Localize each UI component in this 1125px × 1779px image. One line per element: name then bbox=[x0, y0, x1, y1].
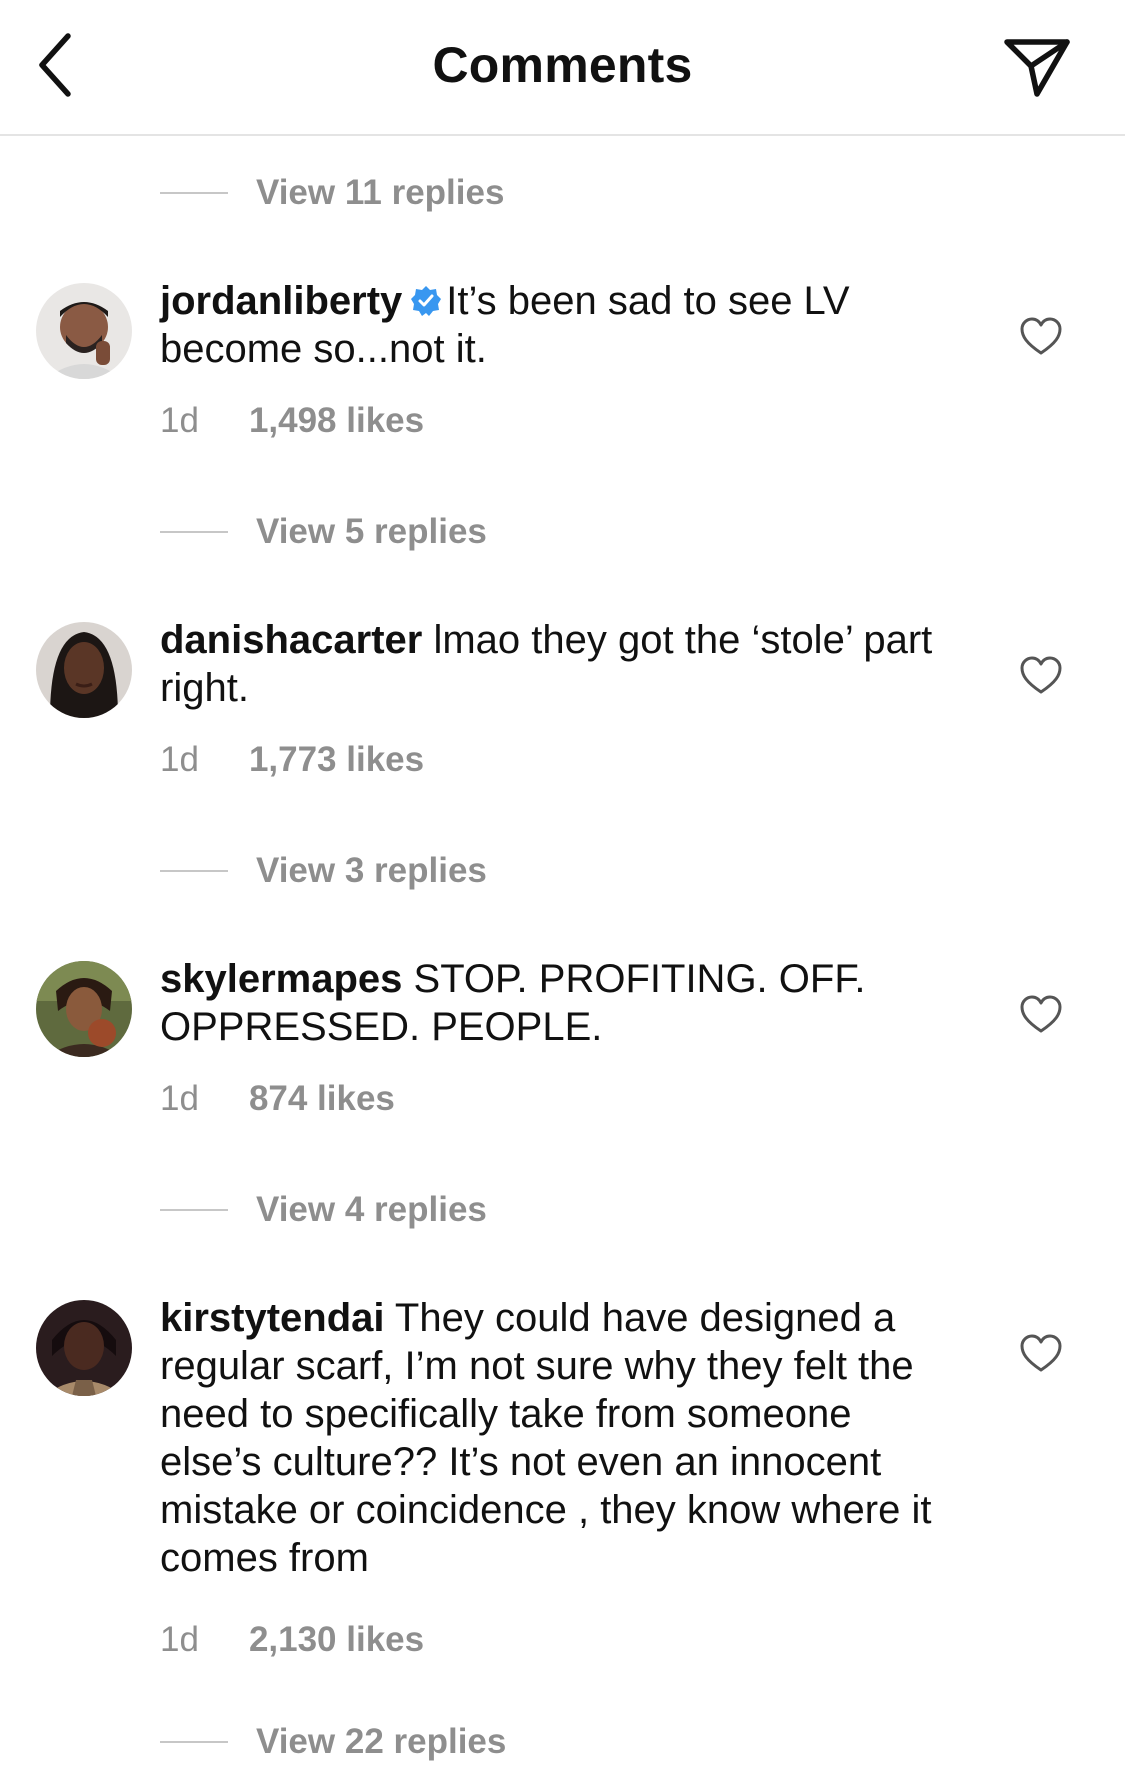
share-button[interactable] bbox=[997, 30, 1077, 102]
view-replies-label: View 22 replies bbox=[256, 1722, 507, 1761]
view-replies-label: View 3 replies bbox=[256, 851, 487, 890]
reply-rule bbox=[160, 531, 228, 533]
comment-meta: 1d 1,498 likes bbox=[160, 401, 424, 441]
reply-rule bbox=[160, 192, 228, 194]
comment-time: 1d bbox=[160, 1079, 199, 1118]
comment-likes[interactable]: 2,130 likes bbox=[249, 1620, 424, 1660]
heart-icon[interactable] bbox=[1020, 995, 1062, 1035]
comment-text: danishacarter lmao they got the ‘stole’ … bbox=[160, 616, 960, 712]
heart-icon[interactable] bbox=[1020, 656, 1062, 696]
comment-time: 1d bbox=[160, 1620, 199, 1659]
reply-rule bbox=[160, 1209, 228, 1211]
view-replies-label: View 4 replies bbox=[256, 1190, 487, 1229]
view-replies-link[interactable]: View 4 replies bbox=[160, 1180, 487, 1240]
comment-text: jordanliberty It’s been sad to see LV be… bbox=[160, 277, 960, 373]
heart-icon[interactable] bbox=[1020, 1334, 1062, 1374]
view-replies-link[interactable]: View 11 replies bbox=[160, 163, 504, 223]
comment-username[interactable]: jordanliberty bbox=[160, 279, 402, 323]
header-bar: Comments bbox=[0, 0, 1125, 136]
comment-username[interactable]: kirstytendai bbox=[160, 1296, 385, 1340]
comment-meta: 1d 1,773 likes bbox=[160, 740, 424, 780]
view-replies-label: View 5 replies bbox=[256, 512, 487, 551]
comment-text: skylermapes STOP. PROFITING. OFF. OPPRES… bbox=[160, 955, 960, 1051]
view-replies-link[interactable]: View 3 replies bbox=[160, 841, 487, 901]
avatar[interactable] bbox=[36, 961, 132, 1057]
comment-username[interactable]: danishacarter bbox=[160, 618, 422, 662]
view-replies-label: View 11 replies bbox=[256, 173, 505, 212]
comment-likes[interactable]: 874 likes bbox=[249, 1079, 395, 1119]
comment-username[interactable]: skylermapes bbox=[160, 957, 402, 1001]
page-title: Comments bbox=[432, 37, 693, 93]
heart-icon[interactable] bbox=[1020, 317, 1062, 357]
avatar[interactable] bbox=[36, 283, 132, 379]
comment-meta: 1d 2,130 likes bbox=[160, 1620, 424, 1660]
comment-likes[interactable]: 1,773 likes bbox=[249, 740, 424, 780]
verified-badge-icon bbox=[411, 286, 442, 316]
comment-time: 1d bbox=[160, 740, 199, 779]
avatar[interactable] bbox=[36, 1300, 132, 1396]
avatar[interactable] bbox=[36, 622, 132, 718]
view-replies-link[interactable]: View 22 replies bbox=[160, 1712, 506, 1772]
comment-time: 1d bbox=[160, 401, 199, 440]
comment-meta: 1d 874 likes bbox=[160, 1079, 395, 1119]
reply-rule bbox=[160, 870, 228, 872]
paper-plane-icon bbox=[1004, 39, 1070, 97]
comment-text: kirstytendai They could have designed a … bbox=[160, 1294, 960, 1582]
comment-likes[interactable]: 1,498 likes bbox=[249, 401, 424, 441]
reply-rule bbox=[160, 1741, 228, 1743]
view-replies-link[interactable]: View 5 replies bbox=[160, 502, 487, 562]
